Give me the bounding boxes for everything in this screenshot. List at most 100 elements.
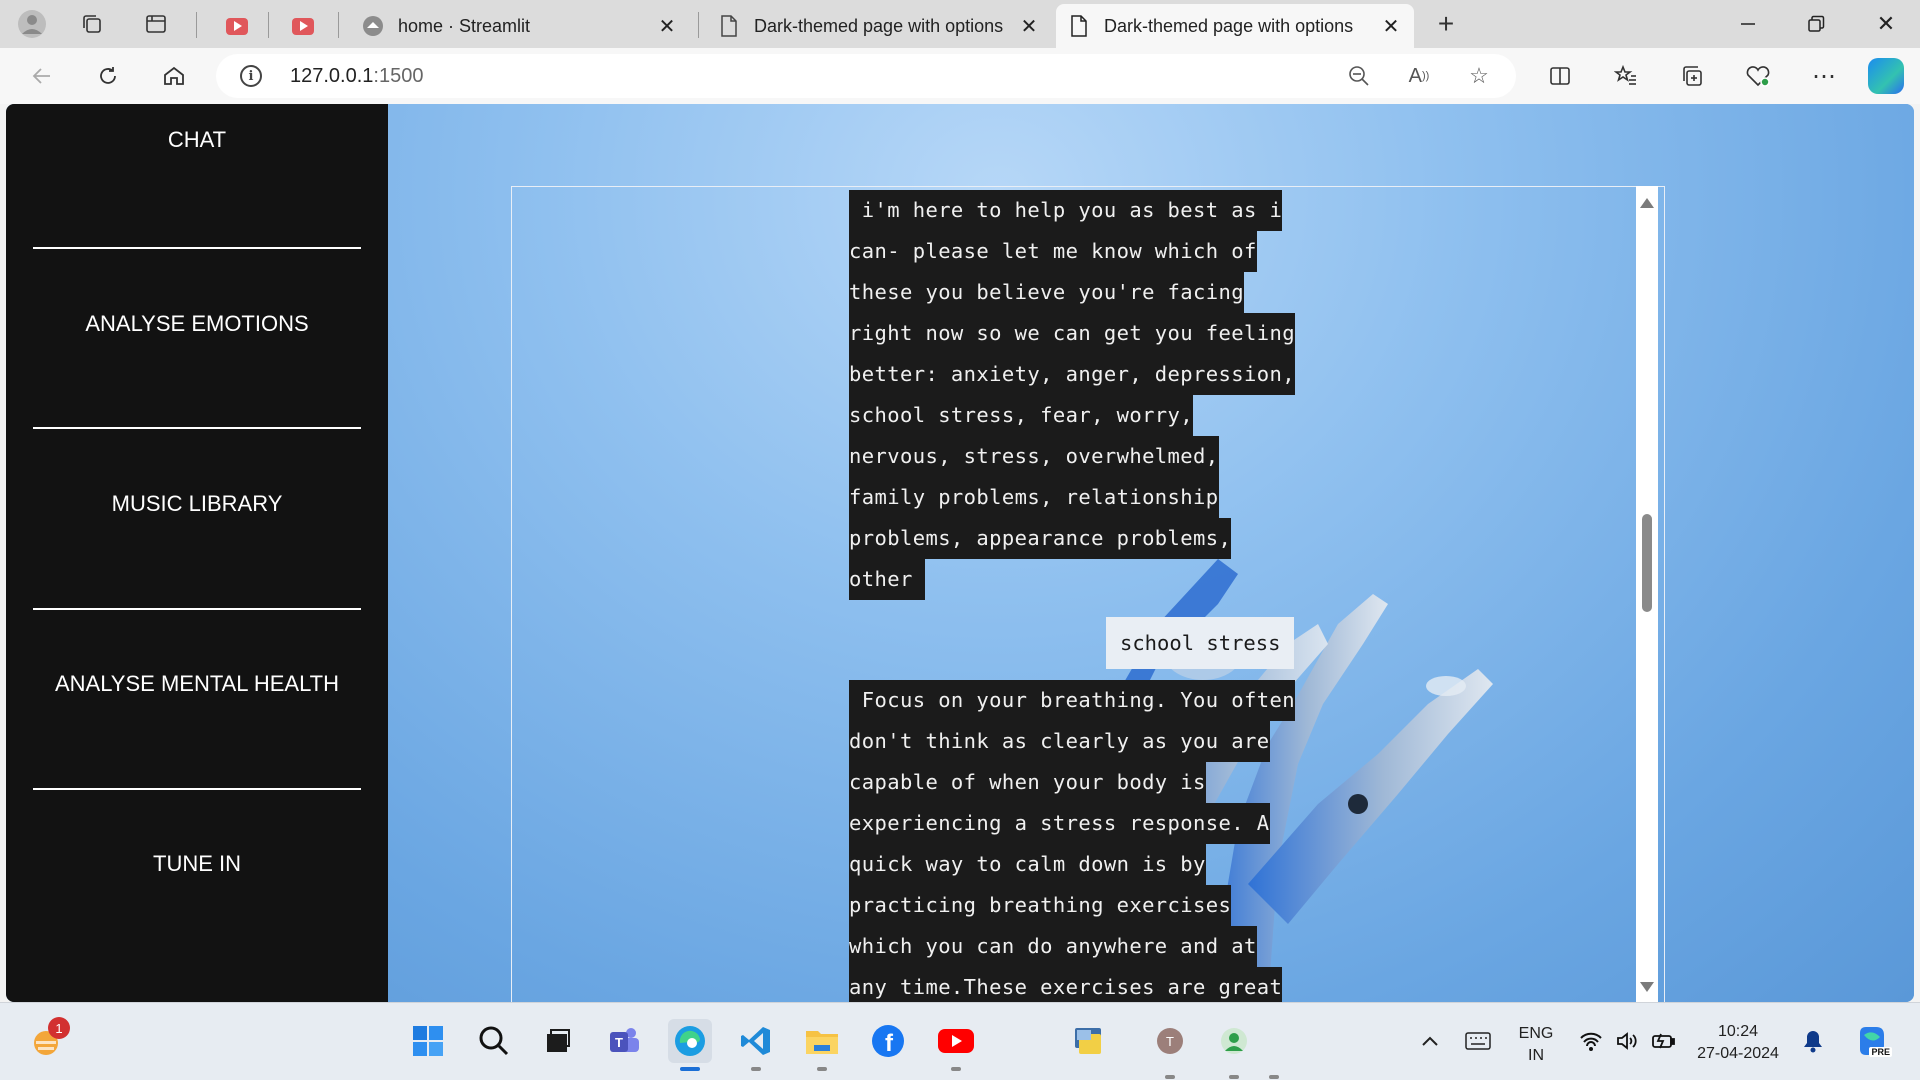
python-icon[interactable] [1066,1019,1110,1063]
youtube-icon [292,15,314,37]
bot-message: i'm here to help you as best as i can- p… [849,190,1295,600]
close-icon[interactable]: ✕ [656,14,678,39]
sidebar-item-tune-in[interactable]: TUNE IN [6,800,388,928]
scrollbar-thumb[interactable] [1642,514,1652,612]
back-icon[interactable] [22,58,62,94]
sidebar-item-analyse-mental-health[interactable]: ANALYSE MENTAL HEALTH [6,620,388,748]
close-icon[interactable]: ✕ [1018,14,1040,39]
address-bar[interactable]: i 127.0.0.1:1500 A)) ☆ [216,54,1516,98]
scroll-up-arrow-icon[interactable] [1640,198,1654,208]
sidebar-item-analyse-emotions[interactable]: ANALYSE EMOTIONS [6,260,388,388]
refresh-icon[interactable] [88,58,128,94]
close-window-icon[interactable]: ✕ [1856,4,1916,44]
chat-scrollbar[interactable] [1636,186,1658,1002]
favorite-star-icon[interactable]: ☆ [1464,62,1494,90]
sidebar-divider [33,608,361,610]
message-line: capable of when your body is [849,762,1206,803]
page-viewport: CHAT ANALYSE EMOTIONS MUSIC LIBRARY ANAL… [6,104,1914,1002]
site-info-icon[interactable]: i [240,65,262,87]
youtube-icon[interactable] [934,1019,978,1071]
url-host: 127.0.0.1 [290,65,374,87]
keyboard-icon[interactable] [1456,1019,1500,1063]
youtube-icon [226,15,248,37]
url-text[interactable]: 127.0.0.1:1500 [290,65,423,88]
zoom-out-icon[interactable] [1344,62,1374,90]
tab-streamlit[interactable]: home · Streamlit ✕ [350,4,690,48]
clock[interactable]: 10:24 27-04-2024 [1696,1021,1780,1065]
profile-t-icon[interactable]: T [1148,1019,1192,1079]
tab-youtube-2[interactable] [280,4,328,48]
close-icon[interactable]: ✕ [1380,14,1402,39]
facebook-icon[interactable]: f [866,1019,910,1063]
tab-youtube-1[interactable] [214,4,262,48]
streamlit-icon [362,15,384,37]
message-line: right now so we can get you feeling [849,313,1295,354]
edge-icon[interactable] [668,1019,712,1071]
new-tab-icon[interactable]: + [1430,8,1462,40]
sidebar-divider [33,247,361,249]
region-code: IN [1528,1047,1544,1064]
tab-strip: home · Streamlit ✕ Dark-themed page with… [0,0,1920,48]
scroll-down-arrow-icon[interactable] [1640,982,1654,992]
copilot-icon[interactable] [1868,58,1904,94]
workspaces-icon[interactable] [76,8,108,40]
more-options-icon[interactable]: ⋯ [1804,58,1844,94]
message-line: can- please let me know which of [849,231,1257,272]
profile-avatar-icon[interactable] [1212,1019,1256,1079]
sidebar-item-chat[interactable]: CHAT [6,116,388,164]
message-line: school stress, fear, worry, [849,395,1194,436]
tab-dark-page-1[interactable]: Dark-themed page with options ✕ [706,4,1052,48]
search-icon[interactable] [472,1019,516,1063]
tab-title: Dark-themed page with options [1104,15,1354,36]
clock-date: 27-04-2024 [1697,1045,1779,1062]
hidden-app-dot[interactable] [1264,1019,1284,1079]
favorites-icon[interactable] [1606,58,1646,94]
sidebar: CHAT ANALYSE EMOTIONS MUSIC LIBRARY ANAL… [6,104,388,1002]
battery-icon[interactable] [1646,1019,1680,1063]
copilot-preview-icon[interactable]: PRE [1850,1019,1894,1063]
message-line: experiencing a stress response. A [849,803,1270,844]
profile-icon[interactable] [16,8,48,40]
sidebar-divider [33,427,361,429]
file-explorer-icon[interactable] [800,1019,844,1071]
message-line: i'm here to help you as best as i [849,190,1283,231]
minimize-icon[interactable] [1718,4,1778,44]
restore-icon[interactable] [1786,4,1846,44]
preview-badge: PRE [1869,1047,1892,1057]
language-code: ENG [1518,1025,1554,1042]
browser-essentials-icon[interactable] [1738,58,1778,94]
message-line: any time.These exercises are great [849,967,1283,1002]
message-line: nervous, stress, overwhelmed, [849,436,1219,477]
tab-actions-icon[interactable] [140,8,172,40]
read-aloud-icon[interactable]: A)) [1404,62,1434,90]
user-message: school stress [1106,617,1295,669]
collections-icon[interactable] [1672,58,1712,94]
message-line: quick way to calm down is by [849,844,1206,885]
home-icon[interactable] [154,58,194,94]
tab-dark-page-active[interactable]: Dark-themed page with options ✕ [1056,4,1414,48]
notification-bell-icon[interactable] [1796,1019,1830,1063]
notification-badge: 1 [48,1017,70,1039]
sidebar-item-music-library[interactable]: MUSIC LIBRARY [6,440,388,568]
language-indicator[interactable]: ENG IN [1508,1023,1564,1067]
message-line: problems, appearance problems, [849,518,1232,559]
message-line: don't think as clearly as you are [849,721,1270,762]
bot-message: Focus on your breathing. You often don't… [849,680,1295,1002]
show-hidden-icons-chevron-icon[interactable] [1410,1019,1450,1063]
start-icon[interactable] [406,1019,450,1063]
teams-icon[interactable]: T [602,1019,646,1063]
navigation-bar: i 127.0.0.1:1500 A)) ☆ ⋯ [0,48,1920,104]
svg-text:f: f [885,1030,894,1057]
vscode-icon[interactable] [734,1019,778,1071]
split-screen-icon[interactable] [1540,58,1580,94]
wifi-icon[interactable] [1574,1019,1608,1063]
weather-widget-icon[interactable]: 1 [24,1017,70,1063]
message-line: other [849,559,926,600]
sidebar-divider [33,788,361,790]
tab-title: Dark-themed page with options [754,15,1004,36]
volume-icon[interactable] [1610,1019,1644,1063]
taskbar: 1 T f T ENG IN 10:24 27-04-2024 PRE [0,1002,1920,1080]
task-view-icon[interactable] [536,1019,580,1063]
message-line: these you believe you're facing [849,272,1245,313]
page-icon [718,15,740,37]
